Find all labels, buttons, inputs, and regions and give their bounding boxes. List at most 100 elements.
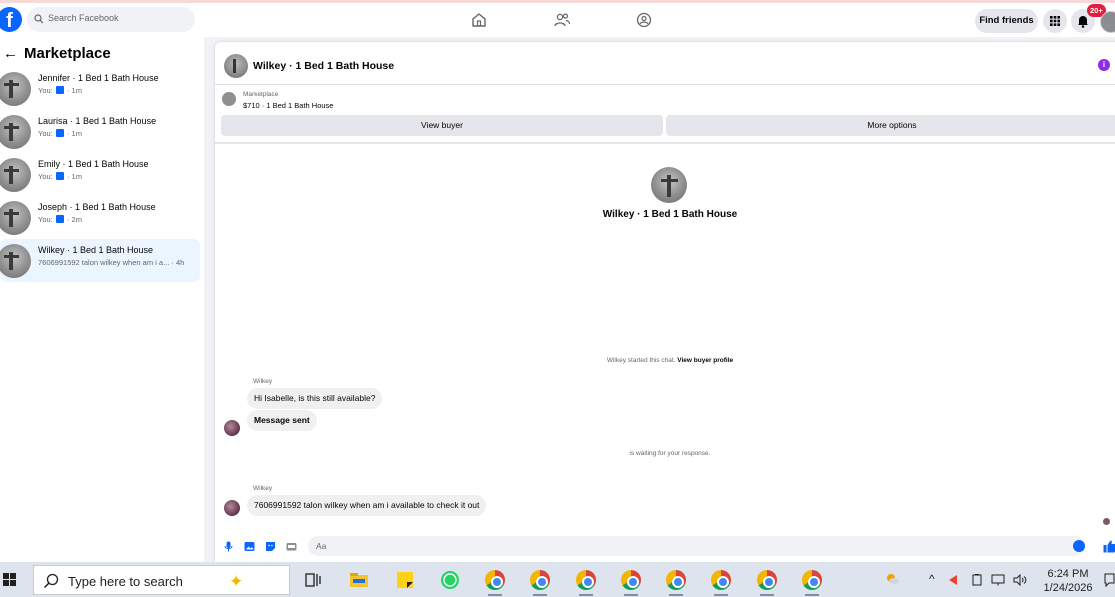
sticky-notes-icon[interactable] <box>395 570 415 590</box>
chrome-profile-7-icon[interactable] <box>757 570 777 590</box>
like-thumb-icon[interactable] <box>1103 540 1115 553</box>
listing-thumbnail[interactable] <box>222 92 236 106</box>
conversation-title: Wilkey · 1 Bed 1 Bath House <box>38 245 154 255</box>
listing-price-info[interactable]: $710 · 1 Bed 1 Bath House <box>243 101 333 110</box>
notification-center-icon[interactable] <box>1104 573 1115 587</box>
message-sender-label: Wilkey <box>253 485 273 492</box>
conversation-title: Jennifer · 1 Bed 1 Bath House <box>38 73 159 83</box>
conversation-item-emily[interactable]: Emily · 1 Bed 1 Bath House You: · 1m <box>0 153 200 196</box>
windows-taskbar: Type here to search ✦ ^ 6:24 PM 1/24/202… <box>0 562 1115 597</box>
listing-source-label: Marketplace <box>243 91 279 98</box>
running-indicator <box>579 594 593 596</box>
facebook-logo[interactable]: f <box>0 7 22 32</box>
view-buyer-button[interactable]: View buyer <box>221 115 663 136</box>
running-indicator <box>760 594 774 596</box>
conversation-title: Laurisa · 1 Bed 1 Bath House <box>38 116 157 126</box>
file-explorer-icon[interactable] <box>349 570 369 590</box>
chrome-profile-5-icon[interactable] <box>666 570 686 590</box>
chrome-profile-3-icon[interactable] <box>576 570 596 590</box>
grid-menu-icon <box>1050 16 1060 26</box>
network-icon[interactable] <box>991 574 1005 586</box>
groups-icon[interactable] <box>635 11 653 29</box>
header-divider <box>215 84 1115 85</box>
sidebar-title: Marketplace <box>24 45 111 62</box>
read-receipt-avatar <box>1103 518 1110 525</box>
running-indicator <box>488 594 502 596</box>
top-navigation-bar: f Search Facebook Find friends 20+ <box>0 0 1115 37</box>
running-indicator <box>624 594 638 596</box>
composer-placeholder: Aa <box>316 541 327 551</box>
whatsapp-icon[interactable] <box>440 570 460 590</box>
listing-avatar <box>0 115 31 149</box>
account-avatar[interactable] <box>1100 11 1115 33</box>
taskbar-search-input[interactable]: Type here to search ✦ <box>33 565 290 595</box>
more-options-button[interactable]: More options <box>666 115 1115 136</box>
search-facebook-input[interactable]: Search Facebook <box>27 7 195 32</box>
battery-icon[interactable] <box>971 574 983 586</box>
taskbar-search-placeholder: Type here to search <box>68 574 183 589</box>
chrome-profile-2-icon[interactable] <box>530 570 550 590</box>
home-icon[interactable] <box>470 11 488 29</box>
gif-icon[interactable] <box>286 541 297 552</box>
menu-button[interactable] <box>1043 9 1067 33</box>
chrome-profile-1-icon[interactable] <box>485 570 505 590</box>
running-indicator <box>533 594 547 596</box>
conversation-item-wilkey[interactable]: Wilkey · 1 Bed 1 Bath House 7606991592 t… <box>0 239 200 282</box>
listing-avatar <box>0 72 31 106</box>
search-placeholder: Search Facebook <box>48 13 119 23</box>
conversation-item-laurisa[interactable]: Laurisa · 1 Bed 1 Bath House You: · 1m <box>0 110 200 153</box>
windows-start-icon[interactable] <box>3 573 17 587</box>
like-thumb-icon <box>55 86 64 94</box>
message-sent-bubble[interactable]: Message sent <box>247 410 317 431</box>
notification-flag-icon[interactable] <box>947 574 959 586</box>
conversation-title: Emily · 1 Bed 1 Bath House <box>38 159 149 169</box>
conversation-preview: You: · 2m <box>38 215 82 224</box>
buyer-listing-name: Wilkey · 1 Bed 1 Bath House <box>602 209 738 220</box>
weather-icon[interactable] <box>884 571 900 587</box>
chrome-profile-8-icon[interactable] <box>802 570 822 590</box>
show-hidden-icons-button[interactable]: ^ <box>929 572 935 586</box>
message-sender-label: Wilkey <box>253 378 273 385</box>
like-thumb-icon <box>55 215 64 223</box>
search-icon <box>43 573 59 589</box>
conversation-item-joseph[interactable]: Joseph · 1 Bed 1 Bath House You: · 2m <box>0 196 200 239</box>
sticker-icon[interactable] <box>265 541 276 552</box>
search-icon <box>34 14 44 24</box>
chat-title[interactable]: Wilkey · 1 Bed 1 Bath House <box>253 60 394 72</box>
message-bubble[interactable]: Hi Isabelle, is this still available? <box>247 388 383 409</box>
like-thumb-icon <box>55 129 64 137</box>
conversation-title: Joseph · 1 Bed 1 Bath House <box>38 202 156 212</box>
volume-icon[interactable] <box>1013 574 1027 586</box>
like-thumb-icon <box>55 172 64 180</box>
conversation-preview: You: · 1m <box>38 86 82 95</box>
message-composer-input[interactable]: Aa <box>308 536 1085 556</box>
conversation-preview: You: · 1m <box>38 129 82 138</box>
chat-header-avatar[interactable] <box>224 54 248 78</box>
info-icon[interactable]: i <box>1098 59 1110 71</box>
find-friends-button[interactable]: Find friends <box>975 9 1038 33</box>
listing-avatar <box>0 201 31 235</box>
waiting-response-note: is waiting for your response. <box>629 450 711 457</box>
sender-avatar[interactable] <box>224 420 240 436</box>
back-arrow-icon[interactable]: ← <box>3 45 18 62</box>
task-view-icon[interactable] <box>303 570 323 590</box>
running-indicator <box>714 594 728 596</box>
chrome-profile-6-icon[interactable] <box>711 570 731 590</box>
sidebar-header: ← Marketplace <box>3 45 111 62</box>
sparkle-icon[interactable]: ✦ <box>229 572 243 592</box>
system-clock[interactable]: 6:24 PM 1/24/2026 <box>1038 567 1098 595</box>
sender-avatar[interactable] <box>224 500 240 516</box>
friends-icon[interactable] <box>553 11 571 29</box>
microphone-icon[interactable] <box>223 541 234 552</box>
conversation-preview: You: · 1m <box>38 172 82 181</box>
chat-started-note: Wilkey started this chat. View buyer pro… <box>606 357 734 364</box>
emoji-icon[interactable] <box>1073 540 1085 552</box>
clock-date: 1/24/2026 <box>1043 582 1093 594</box>
buyer-profile-avatar[interactable] <box>651 167 687 203</box>
conversation-item-jennifer[interactable]: Jennifer · 1 Bed 1 Bath House You: · 1m <box>0 67 200 110</box>
view-buyer-profile-link[interactable]: View buyer profile <box>677 357 733 364</box>
message-bubble[interactable]: 7606991592 talon wilkey when am i availa… <box>247 495 487 516</box>
listing-avatar <box>0 244 31 278</box>
chrome-profile-4-icon[interactable] <box>621 570 641 590</box>
photo-icon[interactable] <box>244 541 255 552</box>
